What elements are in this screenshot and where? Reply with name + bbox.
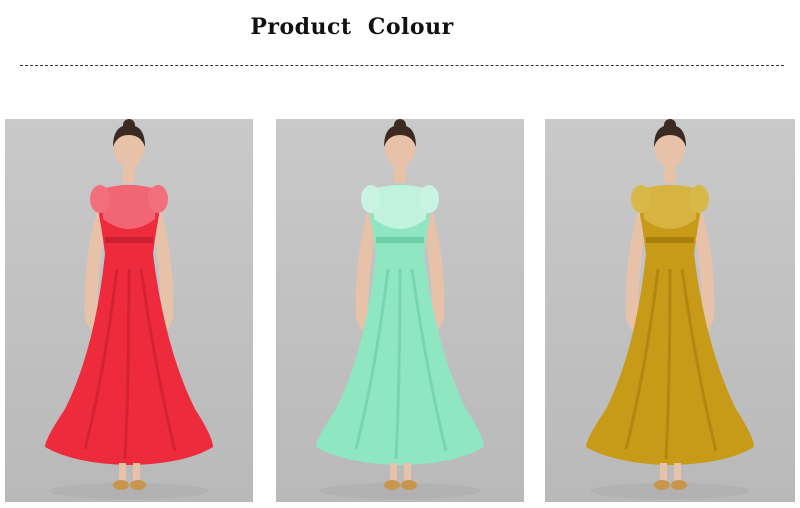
right-shoe [401,480,417,490]
dress-figure [586,119,754,499]
lace-yoke [372,185,428,229]
left-shoe [113,480,129,490]
left-leg [390,463,397,481]
dress-figure [45,119,213,499]
lace-yoke [642,185,698,229]
left-sleeve [90,185,110,213]
hair-bun [664,119,676,131]
neck [394,165,406,183]
page-title: Product Colour [250,14,454,40]
right-sleeve [419,185,439,213]
product-photo-red [5,119,253,502]
left-shoe [384,480,400,490]
neck [123,165,135,183]
product-photo-mustard [545,119,795,502]
neck [664,165,676,183]
product-photo-mint [276,119,524,502]
waistband [105,237,153,243]
right-sleeve [689,185,709,213]
hair-bun [123,119,135,131]
right-leg [404,463,411,481]
right-shoe [130,480,146,490]
left-sleeve [361,185,381,213]
floor-shadow [49,483,209,499]
lace-yoke [101,185,157,229]
waistband [376,237,424,243]
left-leg [660,463,667,481]
left-leg [119,463,126,481]
waistband [646,237,694,243]
right-leg [133,463,140,481]
hair-bun [394,119,406,131]
right-shoe [671,480,687,490]
dress-figure [316,119,484,499]
right-sleeve [148,185,168,213]
floor-shadow [590,483,750,499]
left-shoe [654,480,670,490]
dashed-divider [20,65,784,66]
floor-shadow [320,483,480,499]
right-leg [674,463,681,481]
left-sleeve [631,185,651,213]
